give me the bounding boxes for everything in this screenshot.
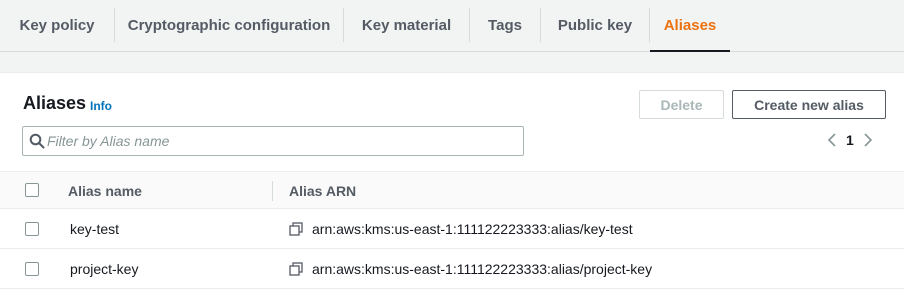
copy-icon[interactable]: [289, 262, 303, 276]
row-checkbox[interactable]: [25, 262, 39, 276]
tab-label: Aliases: [663, 17, 717, 34]
tab-label: Key policy: [19, 17, 95, 34]
tab-public-key[interactable]: Public key: [541, 0, 649, 51]
search-input[interactable]: [45, 127, 515, 155]
create-button-label: Create new alias: [754, 96, 864, 113]
tab-label: Key material: [361, 17, 452, 34]
create-new-alias-button[interactable]: Create new alias: [732, 90, 886, 119]
panel-title: Aliases: [23, 93, 87, 113]
search-icon: [29, 133, 45, 149]
tab-tags[interactable]: Tags: [470, 0, 540, 51]
chevron-left-icon[interactable]: [824, 132, 840, 148]
table-header: Alias name Alias ARN: [0, 171, 904, 209]
tab-aliases[interactable]: Aliases: [650, 0, 730, 52]
tab-bar: Key policy Cryptographic configuration K…: [0, 0, 904, 52]
chevron-right-icon[interactable]: [860, 132, 876, 148]
info-link[interactable]: Info: [90, 99, 112, 113]
alias-name-cell: key-test: [70, 221, 120, 237]
column-header-alias-arn[interactable]: Alias ARN: [289, 172, 356, 210]
delete-button-label: Delete: [660, 96, 703, 113]
current-page[interactable]: 1: [846, 132, 854, 148]
tab-label: Public key: [557, 17, 633, 34]
aliases-panel: Aliases Info Delete Create new alias 1 A…: [0, 72, 904, 292]
pagination: 1: [824, 129, 876, 151]
alias-arn-cell: arn:aws:kms:us-east-1:111122223333:alias…: [289, 249, 652, 289]
alias-name-cell: project-key: [70, 261, 139, 277]
tab-label: Cryptographic configuration: [127, 17, 331, 34]
copy-icon[interactable]: [289, 222, 303, 236]
table-row: project-key arn:aws:kms:us-east-1:111122…: [0, 249, 904, 289]
row-checkbox[interactable]: [25, 222, 39, 236]
alias-arn-cell: arn:aws:kms:us-east-1:111122223333:alias…: [289, 209, 633, 249]
alias-arn-text: arn:aws:kms:us-east-1:111122223333:alias…: [312, 221, 633, 237]
select-all-checkbox[interactable]: [25, 183, 39, 197]
search-box: [22, 126, 524, 156]
tab-key-material[interactable]: Key material: [344, 0, 469, 51]
tab-key-policy[interactable]: Key policy: [0, 0, 114, 51]
alias-arn-text: arn:aws:kms:us-east-1:111122223333:alias…: [312, 261, 653, 277]
delete-button: Delete: [639, 90, 724, 119]
table-row: key-test arn:aws:kms:us-east-1:111122223…: [0, 209, 904, 249]
column-header-alias-name[interactable]: Alias name: [68, 172, 142, 210]
column-divider: [272, 181, 273, 201]
tab-label: Tags: [488, 17, 522, 34]
tab-cryptographic-configuration[interactable]: Cryptographic configuration: [115, 0, 343, 51]
